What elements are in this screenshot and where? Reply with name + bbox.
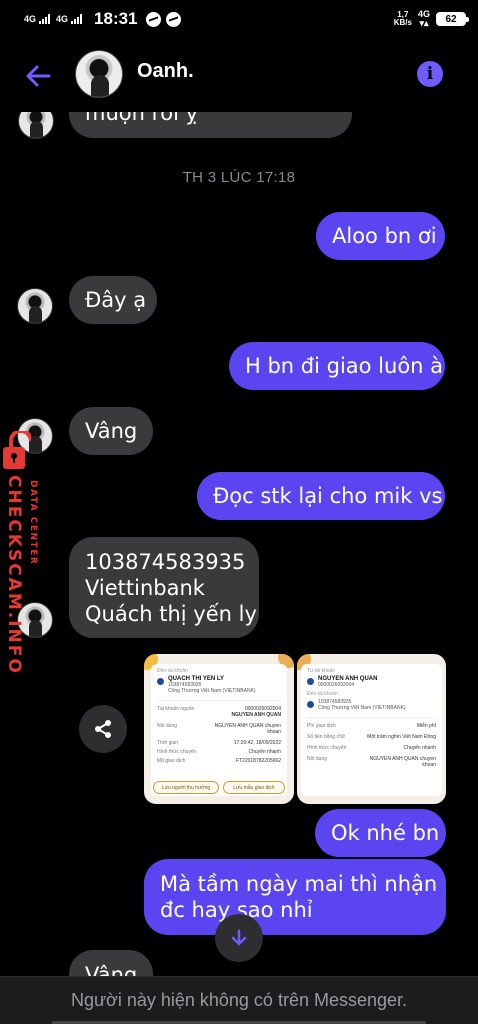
arrow-down-icon [231,929,247,946]
bank-logo-icon [307,701,314,708]
message-outgoing[interactable]: Đọc stk lại cho mik vs [197,472,445,520]
back-arrow-icon[interactable] [24,62,52,90]
message-outgoing[interactable]: Mà tầm ngày mai thì nhận đc hay sao nhỉ [144,859,446,935]
message-outgoing[interactable]: Aloo bn ơi [316,212,445,260]
conversation-header: Oanh. i [0,38,478,112]
share-icon [95,720,111,738]
sender-avatar[interactable] [17,288,53,324]
watermark-subtext: DATA CENTER [28,480,38,566]
watermark-text: CHECKSCAM.INFO [4,475,24,675]
timestamp: TH 3 LÚC 17:18 [182,169,296,186]
message-text-line: Viettinbank [85,575,205,600]
message-incoming[interactable]: Đây ạ [69,276,157,324]
image-attachment-receipt[interactable]: Đến tài khoản QUACH THI YEN LY 103874583… [144,654,294,804]
message-text-line: Quách thị yến ly [85,601,257,626]
message-list[interactable]: muộn rồi ỵ TH 3 LÚC 17:18 Aloo bn ơi Đây… [0,0,478,1024]
message-text: Ok nhé bn [331,821,440,845]
message-outgoing[interactable]: Ok nhé bn [315,809,446,857]
message-incoming[interactable]: 103874583935 Viettinbank Quách thị yến l… [69,537,259,638]
message-text: Aloo bn ơi [332,224,437,248]
message-text: Vâng [85,419,138,443]
contact-avatar[interactable] [75,50,123,98]
message-text-line: Mà tầm ngày mai thì nhận [160,872,438,896]
message-text: Đây ạ [85,288,147,312]
message-text-line: 103874583935 [85,549,246,574]
image-attachment-receipt[interactable]: Từ tài khoản NGUYEN ANH QUAN 00000260920… [297,654,446,804]
lock-icon [3,431,31,469]
scroll-to-bottom-button[interactable] [215,914,263,962]
message-outgoing[interactable]: H bn đi giao luôn à [229,342,445,390]
unavailable-notice: Người này hiện không có trên Messenger. [0,976,478,1024]
message-text: Đọc stk lại cho mik vs [213,484,443,508]
info-icon[interactable]: i [417,61,443,87]
contact-name[interactable]: Oanh. [137,60,194,83]
bank-logo-icon [157,678,164,685]
message-incoming[interactable]: Vâng [69,407,153,455]
share-button[interactable] [79,705,127,753]
message-text: H bn đi giao luôn à [245,354,444,378]
bank-logo-icon [307,678,314,685]
